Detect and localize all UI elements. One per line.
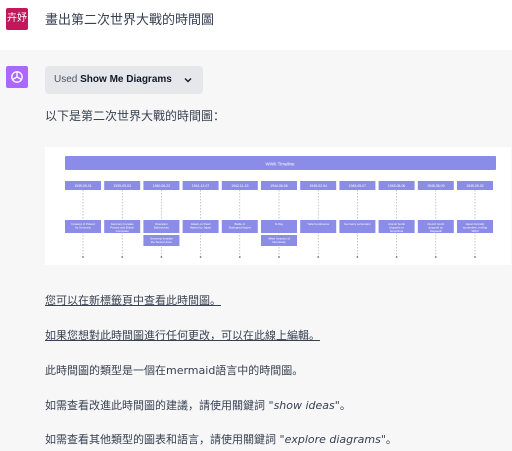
diagram-type-text: 此時間圖的類型是一個在mermaid語言中的時間圖。: [45, 364, 304, 377]
assistant-message-row: Used Show Me Diagrams 以下是第二次世界大戰的時間圖： WW…: [0, 50, 512, 451]
timeline-event-label: by Germany: [75, 226, 91, 230]
show-ideas-suffix: "。: [334, 399, 351, 412]
timeline-end-dot: [395, 256, 398, 258]
timeline-date-label: 1942-11-19: [231, 184, 248, 188]
timeline-date-label: 1945-08-09: [427, 184, 444, 188]
timeline-date-label: 1945-05-07: [349, 184, 366, 188]
edit-online-link[interactable]: 如果您想對此時間圖進行任何更改，可以在此線上編輯。: [45, 327, 320, 343]
timeline-date-label: 1944-06-06: [270, 184, 287, 188]
timeline-end-dot: [199, 256, 202, 258]
explore-suffix: "。: [380, 433, 397, 446]
timeline-date-label: 1945-08-06: [388, 184, 405, 188]
plugin-used-prefix: Used: [54, 74, 78, 85]
timeline-event-label: Yalta Conference: [307, 222, 330, 226]
timeline-date-label: 1939-09-01: [74, 184, 91, 188]
timeline-event-label: D-Day: [275, 222, 284, 226]
timeline-event-label: Harbor by Japan: [190, 226, 212, 230]
timeline-end-dot: [317, 256, 320, 258]
show-ideas-keyword: show ideas: [273, 399, 335, 412]
timeline-event-label: Barbarossa: [154, 226, 169, 230]
plugin-used-toggle[interactable]: Used Show Me Diagrams: [45, 66, 203, 94]
timeline-date-label: 1939-09-03: [114, 184, 131, 188]
openai-logo-icon: [11, 71, 23, 83]
timeline-end-dot: [121, 256, 124, 258]
plugin-name: Show Me Diagrams: [80, 74, 172, 85]
timeline-end-dot: [356, 256, 359, 258]
timeline-extra-event-label: the Soviet Union: [151, 240, 173, 244]
timeline-event-label: Germany surrenders: [344, 222, 371, 226]
timeline-extra-event-label: Normandy: [272, 240, 286, 244]
timeline-date-label: 1941-12-07: [192, 184, 209, 188]
chevron-down-icon: [184, 78, 192, 83]
explore-keyword: explore diagrams: [284, 433, 381, 446]
show-ideas-prefix: 如需查看改進此時間圖的建議，請使用關鍵詞 ": [45, 399, 274, 412]
timeline-event-label: Hiroshima: [390, 229, 403, 233]
timeline-date-label: 1945-02-04: [310, 184, 327, 188]
timeline-event-label: WWII: [471, 229, 478, 233]
timeline-end-dot: [238, 256, 241, 258]
timeline-title: WWII Timeline: [265, 162, 294, 167]
user-message-row: 卉妤 畫出第二次世界大戰的時間圖: [0, 0, 512, 50]
intro-text: 以下是第二次世界大戰的時間圖：: [45, 109, 226, 123]
timeline-diagram: WWII Timeline 1939-09-01 Invasion of Polan…: [45, 147, 511, 265]
explore-prefix: 如需查看其他類型的圖表和語言，請使用關鍵詞 ": [45, 433, 285, 446]
assistant-avatar: [6, 66, 28, 88]
explore-diagrams-text: 如需查看其他類型的圖表和語言，請使用關鍵詞 "explore diagrams"…: [45, 431, 397, 447]
timeline-event-label: Concedes: [116, 229, 130, 233]
show-ideas-text: 如需查看改進此時間圖的建議，請使用關鍵詞 "show ideas"。: [45, 397, 351, 413]
timeline-event-label: Stalingrad begins: [229, 226, 252, 230]
timeline-event-label: Nagasaki: [430, 229, 442, 233]
timeline-end-dot: [278, 256, 280, 258]
timeline-end-dot: [474, 256, 476, 258]
user-avatar: 卉妤: [6, 8, 28, 30]
timeline-end-dot: [434, 256, 437, 258]
open-new-tab-link[interactable]: 您可以在新標籤頁中查看此時間圖。: [45, 292, 221, 308]
timeline-end-dot: [82, 256, 84, 258]
timeline-svg: WWII Timeline1939-09-01Invasion of Polan…: [65, 156, 496, 258]
timeline-date-label: 1945-09-02: [466, 184, 483, 188]
user-message: 畫出第二次世界大戰的時間圖: [45, 13, 215, 28]
timeline-end-dot: [160, 256, 163, 258]
timeline-date-label: 1940-06-22: [153, 184, 170, 188]
